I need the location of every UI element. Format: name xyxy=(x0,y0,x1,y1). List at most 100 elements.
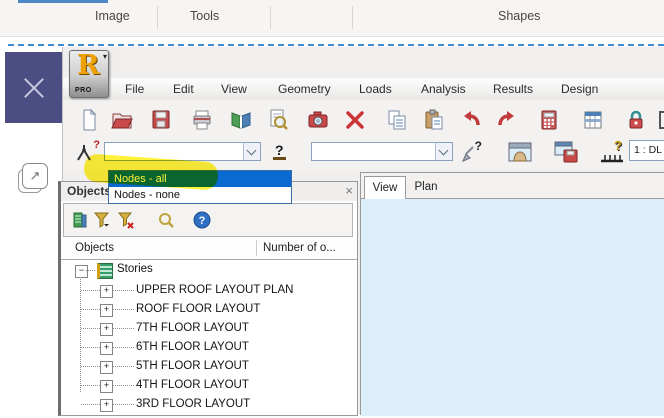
loads-question-icon[interactable]: ? xyxy=(599,138,625,165)
lock-icon[interactable] xyxy=(623,107,649,133)
objects-tree: − Stories + UPPER ROOF LAYOUT PLAN + ROO… xyxy=(61,259,357,415)
print-preview-icon[interactable] xyxy=(265,107,291,133)
selection-dropdown-list: Nodes - all Nodes - none xyxy=(108,170,292,204)
tree-item[interactable]: ROOF FLOOR LAYOUT xyxy=(136,303,260,315)
help-circle-icon[interactable]: ? xyxy=(192,210,212,230)
dropdown-option-nodes-none[interactable]: Nodes - none xyxy=(109,187,291,203)
load-case-value: 1 : DL xyxy=(634,144,663,156)
expander-plus[interactable]: + xyxy=(100,342,113,355)
paste-icon[interactable] xyxy=(421,107,447,133)
popout-button[interactable]: ↗ xyxy=(22,163,48,189)
menu-design[interactable]: Design xyxy=(561,82,598,96)
tree-connector xyxy=(80,277,81,392)
combo-dropdown-button[interactable] xyxy=(243,143,260,160)
results-spreadsheet-icon[interactable] xyxy=(580,107,606,133)
expander-plus[interactable]: + xyxy=(100,285,113,298)
main-toolbar xyxy=(63,100,664,141)
question-glyph: ? xyxy=(93,139,100,151)
objects-list-icon[interactable] xyxy=(70,210,90,230)
camera-snapshot-icon[interactable] xyxy=(305,107,331,133)
separator xyxy=(157,6,158,29)
editor-toolbar: Image Tools Shapes xyxy=(0,0,664,37)
tab-tools[interactable]: Tools xyxy=(190,9,219,23)
book-view-icon[interactable] xyxy=(228,107,254,133)
tab-plan[interactable]: Plan xyxy=(405,176,447,198)
solve-calculator-icon[interactable] xyxy=(536,107,562,133)
copy-icon[interactable] xyxy=(384,107,410,133)
expander-plus[interactable]: + xyxy=(100,304,113,317)
logo-sub: PRO xyxy=(75,87,92,94)
chevron-down-icon: ▾ xyxy=(102,52,107,61)
column-divider[interactable] xyxy=(256,240,257,256)
load-case-combobox[interactable]: 1 : DL xyxy=(629,140,664,161)
view-combobox[interactable] xyxy=(311,142,453,161)
tab-image[interactable]: Image xyxy=(95,9,130,23)
arrow-up-right-icon: ↗ xyxy=(29,168,41,183)
tab-view[interactable]: View xyxy=(364,176,406,199)
active-tab-indicator xyxy=(18,0,108,3)
filter-clear-icon[interactable] xyxy=(116,210,136,230)
whats-this-pointer-icon[interactable]: ? xyxy=(459,139,483,165)
tree-item[interactable]: 7TH FLOOR LAYOUT xyxy=(136,322,249,334)
selection-combobox[interactable] xyxy=(104,142,261,161)
panel-title: Objects xyxy=(67,184,112,198)
search-magnifier-icon[interactable] xyxy=(156,210,176,230)
combo-dropdown-button[interactable] xyxy=(435,143,452,160)
expander-plus[interactable]: + xyxy=(100,323,113,336)
tree-item[interactable]: UPPER ROOF LAYOUT PLAN xyxy=(136,284,293,296)
tab-shapes[interactable]: Shapes xyxy=(498,9,540,23)
question-glyph: ? xyxy=(474,139,482,153)
model-canvas[interactable] xyxy=(361,198,664,416)
open-folder-icon[interactable] xyxy=(109,107,135,133)
menu-view[interactable]: View xyxy=(221,82,247,96)
open-view-window-icon[interactable] xyxy=(507,141,533,164)
separator xyxy=(352,6,353,29)
stories-building-icon xyxy=(97,263,113,279)
tree-item[interactable]: 3RD FLOOR LAYOUT xyxy=(136,398,250,410)
screenshot-root: Image Tools Shapes ↗ R PRO ▾ File Edit V… xyxy=(0,0,664,418)
save-view-icon[interactable] xyxy=(554,141,580,164)
menu-results[interactable]: Results xyxy=(493,82,533,96)
tree-root-stories[interactable]: Stories xyxy=(117,263,153,275)
selection-dashed-border xyxy=(8,44,664,46)
menu-loads[interactable]: Loads xyxy=(359,82,392,96)
close-panel-button[interactable] xyxy=(5,52,62,123)
objects-panel: Objects × ? Objects Number of o... − Sto… xyxy=(58,181,358,416)
delete-x-icon[interactable] xyxy=(342,107,368,133)
help-question-icon[interactable]: ? xyxy=(273,143,286,160)
menu-bar: File Edit View Geometry Loads Analysis R… xyxy=(63,78,664,101)
close-icon[interactable]: × xyxy=(345,183,353,199)
tree-column-header: Objects Number of o... xyxy=(61,238,357,260)
node-select-question-icon[interactable]: ? xyxy=(74,139,100,164)
menu-analysis[interactable]: Analysis xyxy=(421,82,466,96)
objects-panel-toolbar: ? xyxy=(63,203,353,237)
tree-item[interactable]: 5TH FLOOR LAYOUT xyxy=(136,360,249,372)
new-file-icon[interactable] xyxy=(76,107,102,133)
tree-connector xyxy=(86,270,95,271)
chevron-down-icon xyxy=(438,145,449,156)
app-logo-button[interactable]: R PRO ▾ xyxy=(69,50,109,98)
tree-item[interactable]: 6TH FLOOR LAYOUT xyxy=(136,341,249,353)
save-icon[interactable] xyxy=(148,107,174,133)
column-objects[interactable]: Objects xyxy=(75,242,114,254)
filter-funnel-icon[interactable] xyxy=(92,210,112,230)
dropdown-option-nodes-all[interactable]: Nodes - all xyxy=(109,171,291,187)
chevron-down-icon xyxy=(246,145,257,156)
clipped-toolbar-icon[interactable] xyxy=(657,107,664,133)
menu-geometry[interactable]: Geometry xyxy=(278,82,331,96)
column-count[interactable]: Number of o... xyxy=(263,242,336,254)
print-icon[interactable] xyxy=(189,107,215,133)
expander-plus[interactable]: + xyxy=(100,399,113,412)
redo-icon[interactable] xyxy=(494,107,520,133)
view-canvas-area: View Plan xyxy=(360,172,664,416)
menu-file[interactable]: File xyxy=(125,82,144,96)
undo-icon[interactable] xyxy=(458,107,484,133)
expander-plus[interactable]: + xyxy=(100,380,113,393)
expander-plus[interactable]: + xyxy=(100,361,113,374)
tree-item[interactable]: 4TH FLOOR LAYOUT xyxy=(136,379,249,391)
logo-letter: R xyxy=(77,50,100,81)
expander-minus[interactable]: − xyxy=(75,265,88,278)
question-glyph: ? xyxy=(199,215,206,227)
selection-toolbar: ? ? ? ? 1 : DL xyxy=(63,138,664,170)
menu-edit[interactable]: Edit xyxy=(173,82,194,96)
